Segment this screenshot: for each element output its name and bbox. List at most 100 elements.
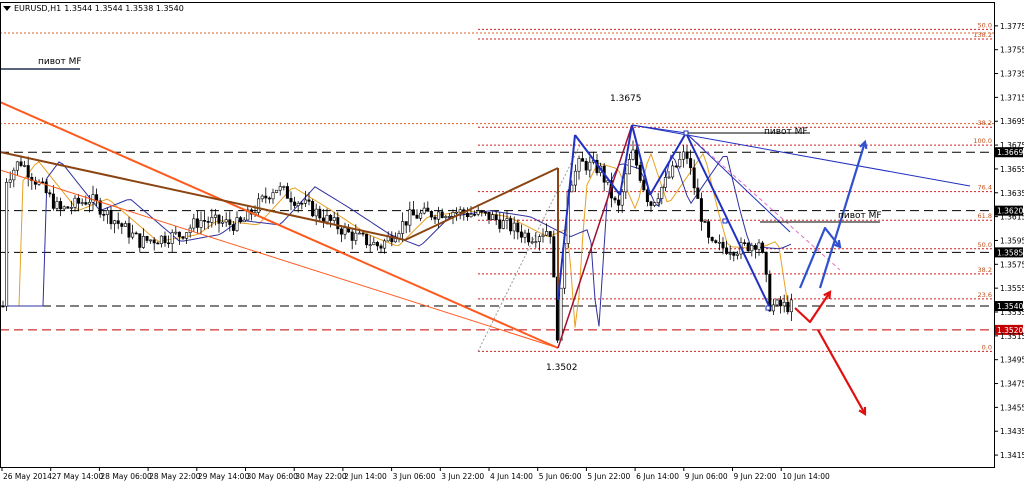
candle-body <box>264 195 268 199</box>
time-tick-label: 3 Jun 22:00 <box>441 472 484 481</box>
candle-body <box>613 197 617 201</box>
candle-body <box>552 236 556 278</box>
candle-body <box>332 217 336 221</box>
candle-body <box>23 165 27 167</box>
price-tick-label: 1.3735 <box>1000 70 1024 79</box>
candle-body <box>51 193 55 209</box>
time-tick-label: 2 Jun 14:00 <box>344 472 387 481</box>
candle-body <box>19 161 23 166</box>
candle-body <box>84 202 88 205</box>
candle-body <box>703 221 707 223</box>
time-tick-label: 27 May 14:00 <box>52 472 104 481</box>
candle-body <box>447 215 451 218</box>
candle-body <box>203 220 207 222</box>
candle-body <box>69 207 73 209</box>
candle-body <box>725 247 729 254</box>
candle-body <box>282 186 286 188</box>
forecast-arrow-red-up <box>794 291 831 324</box>
candle-body <box>134 232 138 235</box>
candle-body <box>206 221 210 223</box>
candle-body <box>487 211 491 220</box>
candle-body <box>375 242 379 247</box>
candle-body <box>584 161 588 171</box>
candle-body <box>743 242 747 244</box>
fib-label: 38.2 <box>978 119 992 127</box>
fib-label: 61.8 <box>978 212 992 220</box>
candle-body <box>775 299 779 306</box>
candle-body <box>174 231 178 234</box>
price-tick-label: 1.3535 <box>1000 308 1024 317</box>
candle-body <box>573 170 577 186</box>
candle-body <box>235 217 239 231</box>
candle-body <box>98 200 102 215</box>
candle-body <box>62 206 66 210</box>
candle-body <box>548 231 552 237</box>
candle-body <box>631 149 635 160</box>
candle-body <box>401 221 405 234</box>
candle-body <box>444 216 448 218</box>
candle-body <box>15 161 19 171</box>
fib-label: 138.2 <box>973 31 992 39</box>
candle-body <box>149 239 153 242</box>
time-tick-label: 30 May 06:00 <box>247 472 299 481</box>
candle-body <box>411 209 415 216</box>
candle-body <box>671 165 675 178</box>
candle-body <box>588 161 592 171</box>
candle-body <box>624 173 628 193</box>
price-tick-label: 1.3715 <box>1000 93 1024 102</box>
candle-body <box>87 201 91 205</box>
candle-body <box>278 186 282 191</box>
pivot-annotation: пивот MF <box>838 211 882 221</box>
candle-body <box>761 242 765 253</box>
candle-body <box>638 164 642 181</box>
candle-body <box>735 253 739 256</box>
candle-body <box>728 252 732 255</box>
candle-body <box>707 221 711 238</box>
candle-body <box>361 232 365 235</box>
candle-body <box>710 237 714 241</box>
candle-body <box>120 223 124 227</box>
fib-label: 23.6 <box>978 291 992 299</box>
price-chart[interactable]: 1.36691.36201.35851.35401.3520 50.0138.2… <box>0 0 1024 482</box>
candle-body <box>469 214 473 218</box>
candle-body <box>80 202 84 204</box>
candle-body <box>131 232 135 238</box>
candle-body <box>570 184 574 193</box>
candle-body <box>689 158 693 169</box>
candle-body <box>577 158 581 172</box>
candle-body <box>95 194 99 202</box>
candle-body <box>660 187 664 199</box>
time-tick-label: 28 May 22:00 <box>149 472 201 481</box>
chart-window: EURUSD,H1 1.3544 1.3544 1.3538 1.3540 1.… <box>0 0 1024 482</box>
candle-body <box>480 210 484 213</box>
candle-body <box>141 236 145 248</box>
price-tick-label: 1.3475 <box>1000 380 1024 389</box>
time-tick-label: 3 Jun 06:00 <box>393 472 436 481</box>
price-tick-label: 1.3615 <box>1000 213 1024 222</box>
candle-body <box>465 212 469 218</box>
time-tick-label: 6 Jun 14:00 <box>636 472 679 481</box>
candle-body <box>275 189 279 193</box>
candle-body <box>663 177 667 188</box>
candle-body <box>123 223 127 227</box>
candle-body <box>537 236 541 242</box>
price-tick-label: 1.3435 <box>1000 427 1024 436</box>
forecast-arrow-blue <box>798 226 841 289</box>
candle-body <box>667 176 671 179</box>
pivot-marker <box>722 218 728 224</box>
candle-body <box>296 202 300 206</box>
pivot-marker <box>683 130 689 136</box>
candle-body <box>105 209 109 215</box>
fib-label: 0.0 <box>982 343 992 351</box>
candle-body <box>383 240 387 249</box>
candle-body <box>343 227 347 235</box>
pivot-annotation: пивот MF <box>38 57 82 67</box>
candle-body <box>516 222 520 233</box>
candle-body <box>231 224 235 231</box>
candle-body <box>541 234 545 237</box>
fib-label: 50.0 <box>978 241 992 249</box>
candle-body <box>357 232 361 235</box>
candle-body <box>239 217 243 223</box>
candle-body <box>527 232 531 243</box>
price-tick-label: 1.3495 <box>1000 356 1024 365</box>
